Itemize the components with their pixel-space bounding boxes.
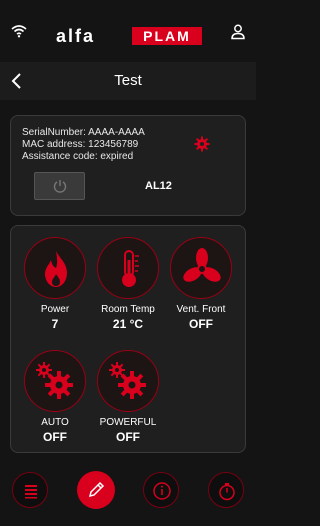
power-icon	[53, 180, 67, 193]
nav-timer-button[interactable]	[208, 472, 244, 508]
brand-logo: alfa PLAM	[56, 26, 202, 46]
thermometer-icon	[122, 250, 139, 287]
gears-icon	[36, 362, 73, 399]
page-title: Test	[114, 72, 142, 89]
info-icon	[153, 482, 171, 500]
user-icon[interactable]	[231, 24, 245, 40]
flame-icon	[45, 251, 67, 287]
vent-front-control[interactable]	[170, 237, 232, 299]
control-label: Vent. Front	[176, 304, 226, 315]
list-icon	[25, 485, 37, 499]
powerful-control[interactable]	[97, 350, 159, 412]
power-toggle-button[interactable]	[34, 172, 85, 200]
nav-info-button[interactable]	[143, 472, 179, 508]
bottom-nav	[0, 462, 256, 526]
nav-edit-button[interactable]	[77, 471, 115, 509]
device-model: AL12	[145, 180, 172, 192]
power-control[interactable]	[24, 237, 86, 299]
timer-icon	[219, 483, 235, 501]
control-value: OFF	[116, 430, 140, 444]
brand-logo-left: alfa	[56, 26, 96, 46]
serial-number: SerialNumber: AAAA-AAAA	[22, 127, 145, 138]
gears-icon	[109, 362, 146, 399]
auto-control[interactable]	[24, 350, 86, 412]
mac-address: MAC address: 123456789	[22, 139, 139, 150]
top-bar: alfa PLAM	[0, 0, 256, 62]
control-label: POWERFUL	[99, 417, 157, 428]
assistance-code: Assistance code: expired	[22, 151, 134, 162]
control-value: OFF	[189, 317, 213, 331]
pencil-icon	[88, 481, 105, 498]
nav-list-button[interactable]	[12, 472, 48, 508]
wifi-icon	[11, 25, 27, 38]
screen-header: Test	[0, 62, 256, 100]
brand-logo-right: PLAM	[132, 27, 202, 45]
fan-icon	[183, 248, 221, 282]
settings-gear-icon[interactable]	[194, 136, 210, 152]
room-temp-control[interactable]	[97, 237, 159, 299]
